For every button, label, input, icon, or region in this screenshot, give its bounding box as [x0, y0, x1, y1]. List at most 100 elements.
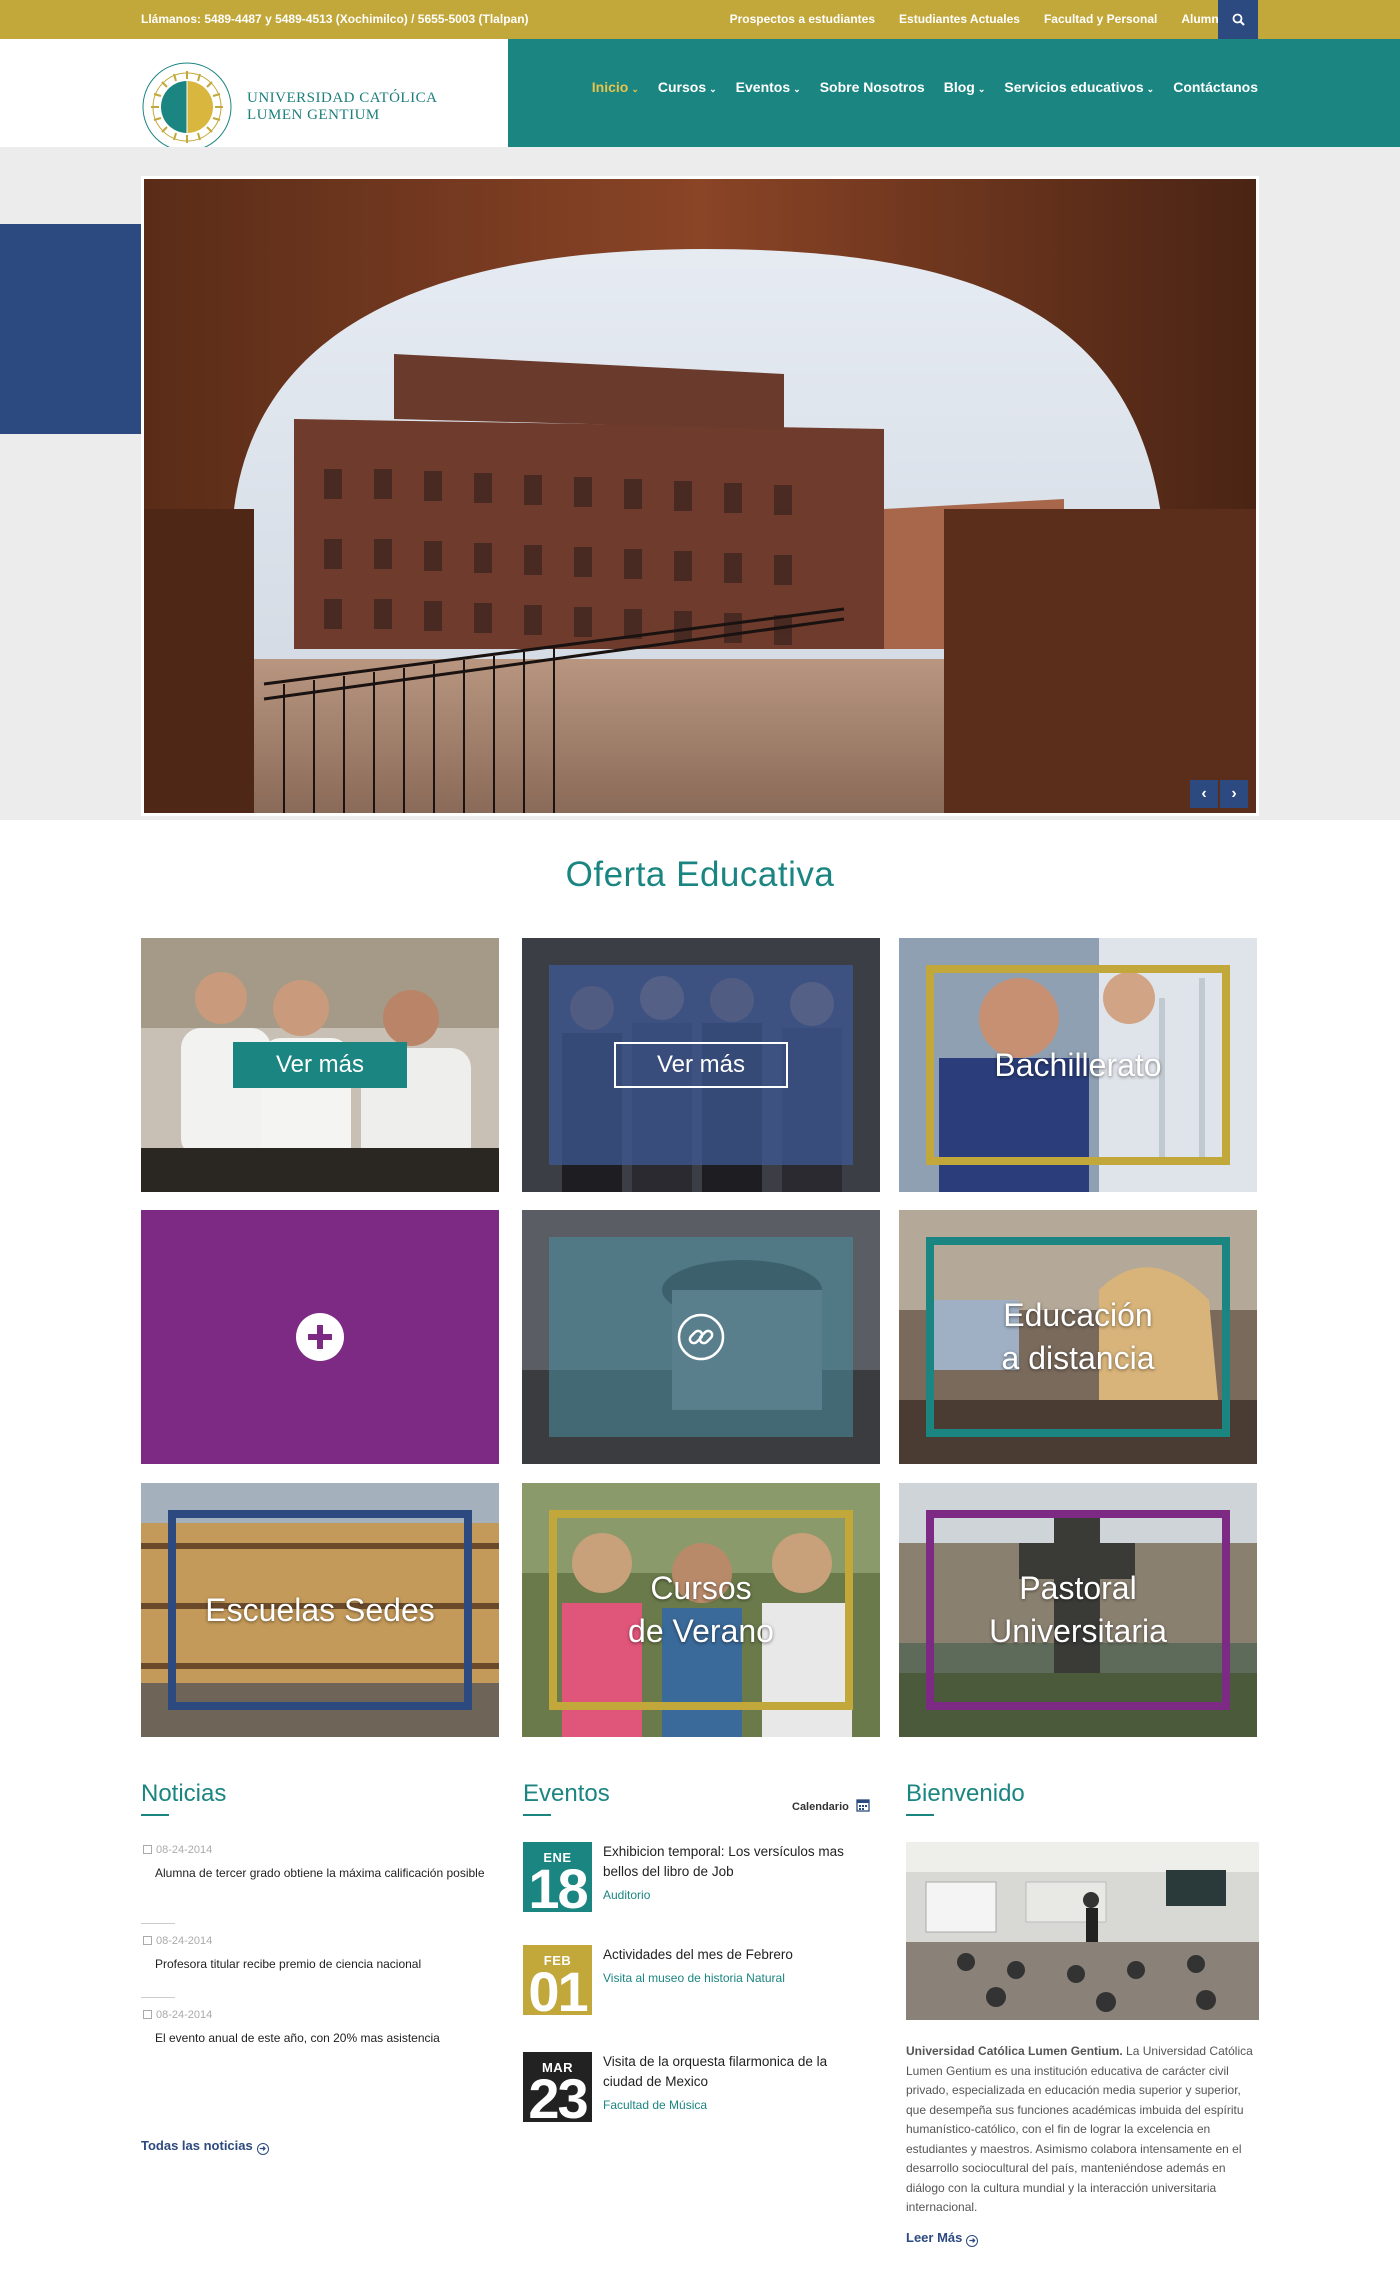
tile-escuelas[interactable]: Escuelas Sedes — [141, 1483, 499, 1737]
news-item[interactable]: 08-24-2014 Profesora titular recibe prem… — [141, 1935, 491, 1973]
nav-inicio[interactable]: Inicio ⌄ — [592, 79, 639, 95]
calendar-icon — [143, 1936, 152, 1945]
events-title: Eventos — [523, 1780, 610, 1807]
search-icon — [1232, 13, 1245, 26]
nav-servicios[interactable]: Servicios educativos ⌄ — [1004, 79, 1154, 95]
event-title[interactable]: Visita de la orquesta filarmonica de la … — [603, 2052, 868, 2092]
calendar-icon — [856, 1799, 870, 1812]
calendar-icon — [143, 2010, 152, 2019]
section-title: Oferta Educativa — [565, 855, 835, 894]
welcome-image — [906, 1842, 1259, 2020]
logo[interactable]: UNIVERSIDAD CATÓLICA LUMEN GENTIUM — [141, 61, 437, 153]
nav-cursos[interactable]: Cursos ⌄ — [658, 79, 717, 95]
cursos-verano-frame: Cursos de Verano — [549, 1510, 853, 1710]
tile-link[interactable] — [522, 1210, 880, 1464]
chevron-down-icon: ⌄ — [793, 84, 801, 94]
arrow-right-icon: ➜ — [256, 2142, 269, 2155]
welcome-body: La Universidad Católica Lumen Gentium es… — [906, 2044, 1253, 2214]
welcome-title-underline — [906, 1814, 934, 1816]
event-date-badge: ENE 18 — [523, 1842, 592, 1912]
event-place: Visita al museo de historia Natural — [603, 1971, 785, 1985]
top-bar: Llámanos: 5489-4487 y 5489-4513 (Xochimi… — [0, 0, 1400, 39]
educacion-label-1: Educación — [1003, 1297, 1153, 1333]
news-title-underline — [141, 1814, 169, 1816]
top-link-facultad[interactable]: Facultad y Personal — [1044, 12, 1157, 26]
escuelas-label: Escuelas Sedes — [205, 1591, 435, 1628]
cursos-label-1: Cursos — [650, 1570, 752, 1606]
news-text[interactable]: Profesora titular recibe premio de cienc… — [155, 1956, 491, 1973]
tile-bachillerato[interactable]: Bachillerato — [899, 938, 1257, 1192]
link-icon — [677, 1313, 725, 1361]
pastoral-frame: Pastoral Universitaria — [926, 1510, 1230, 1710]
main-nav: Inicio ⌄ Cursos ⌄ Eventos ⌄ Sobre Nosotros … — [508, 39, 1400, 147]
educacion-label-2: a distancia — [1001, 1340, 1155, 1376]
news-title: Noticias — [141, 1780, 227, 1807]
news-date: 08-24-2014 — [156, 1844, 213, 1856]
logo-line-1: UNIVERSIDAD CATÓLICA — [247, 90, 438, 106]
tile-educacion[interactable]: Educación a distancia — [899, 1210, 1257, 1464]
pastoral-label-1: Pastoral — [1019, 1570, 1137, 1606]
hero-slider[interactable] — [141, 176, 1259, 816]
chevron-down-icon: ⌄ — [709, 84, 717, 94]
chevron-down-icon: ⌄ — [1146, 84, 1155, 94]
events-title-underline — [523, 1814, 551, 1816]
plus-icon — [296, 1313, 344, 1361]
welcome-lead: Universidad Católica Lumen Gentium. — [906, 2044, 1123, 2058]
calendar-link[interactable]: Calendario — [792, 1798, 870, 1813]
news-text[interactable]: El evento anual de este año, con 20% mas… — [155, 2030, 491, 2047]
event-title[interactable]: Actividades del mes de Febrero — [603, 1945, 793, 1965]
divider — [141, 1923, 175, 1924]
event-item[interactable]: MAR 23 Visita de la orquesta filarmonica… — [523, 2052, 868, 2122]
all-news-link[interactable]: Todas las noticias ➜ — [141, 2138, 269, 2155]
decorative-block — [0, 224, 141, 434]
event-place: Facultad de Música — [603, 2098, 708, 2112]
event-item[interactable]: FEB 01 Actividades del mes de Febrero Vi… — [523, 1945, 868, 2015]
news-item[interactable]: 08-24-2014 Alumna de tercer grado obtien… — [141, 1844, 491, 1882]
logo-seal-icon — [142, 62, 232, 152]
escuelas-frame: Escuelas Sedes — [168, 1510, 472, 1710]
pastoral-label-2: Universitaria — [989, 1613, 1167, 1649]
slider-next-button[interactable]: › — [1220, 780, 1248, 808]
header: UNIVERSIDAD CATÓLICA LUMEN GENTIUM Inici… — [0, 39, 1400, 152]
tile-ver-mas-1[interactable]: Ver más — [141, 938, 499, 1192]
welcome-title: Bienvenido — [906, 1780, 1025, 1807]
slider-controls: ‹ › — [1190, 780, 1248, 808]
nav-contactanos[interactable]: Contáctanos — [1173, 79, 1258, 95]
event-title[interactable]: Exhibicion temporal: Los versículos mas … — [603, 1842, 868, 1882]
chevron-down-icon: ⌄ — [977, 84, 986, 94]
news-date: 08-24-2014 — [156, 2009, 213, 2021]
event-day: 23 — [528, 2067, 588, 2123]
search-button[interactable] — [1218, 0, 1258, 39]
logo-line-2: LUMEN GENTIUM — [247, 107, 380, 123]
welcome-text: Universidad Católica Lumen Gentium. La U… — [906, 2042, 1260, 2218]
event-day: 01 — [528, 1960, 588, 2016]
tile-cursos-verano[interactable]: Cursos de Verano — [522, 1483, 880, 1737]
top-link-prospectos[interactable]: Prospectos a estudiantes — [730, 12, 875, 26]
top-links: Prospectos a estudiantes Estudiantes Act… — [730, 12, 1240, 26]
calendar-icon — [143, 1845, 152, 1854]
event-place: Auditorio — [603, 1888, 651, 1902]
ver-mas-button[interactable]: Ver más — [233, 1042, 407, 1088]
slider-prev-button[interactable]: ‹ — [1190, 780, 1218, 808]
logo-text: UNIVERSIDAD CATÓLICA LUMEN GENTIUM — [247, 90, 437, 124]
divider — [141, 1997, 175, 1998]
cursos-label-2: de Verano — [628, 1613, 774, 1649]
tile-ver-mas-2[interactable]: Ver más — [522, 938, 880, 1192]
nav-eventos[interactable]: Eventos ⌄ — [736, 79, 801, 95]
event-item[interactable]: ENE 18 Exhibicion temporal: Los versícul… — [523, 1842, 868, 1912]
hero-image — [144, 179, 1256, 813]
top-link-estudiantes[interactable]: Estudiantes Actuales — [899, 12, 1020, 26]
news-date: 08-24-2014 — [156, 1935, 213, 1947]
read-more-link[interactable]: Leer Más ➜ — [906, 2230, 979, 2247]
nav-blog[interactable]: Blog ⌄ — [944, 79, 986, 95]
tile-plus[interactable] — [141, 1210, 499, 1464]
phone-info: Llámanos: 5489-4487 y 5489-4513 (Xochimi… — [141, 12, 529, 26]
news-text[interactable]: Alumna de tercer grado obtiene la máxima… — [155, 1865, 491, 1882]
tile-pastoral[interactable]: Pastoral Universitaria — [899, 1483, 1257, 1737]
arrow-right-icon: ➜ — [966, 2234, 979, 2247]
news-item[interactable]: 08-24-2014 El evento anual de este año, … — [141, 2009, 491, 2047]
chevron-down-icon: ⌄ — [631, 84, 639, 94]
event-date-badge: FEB 01 — [523, 1945, 592, 2015]
ver-mas-button[interactable]: Ver más — [614, 1042, 788, 1088]
nav-sobre-nosotros[interactable]: Sobre Nosotros — [820, 79, 925, 95]
